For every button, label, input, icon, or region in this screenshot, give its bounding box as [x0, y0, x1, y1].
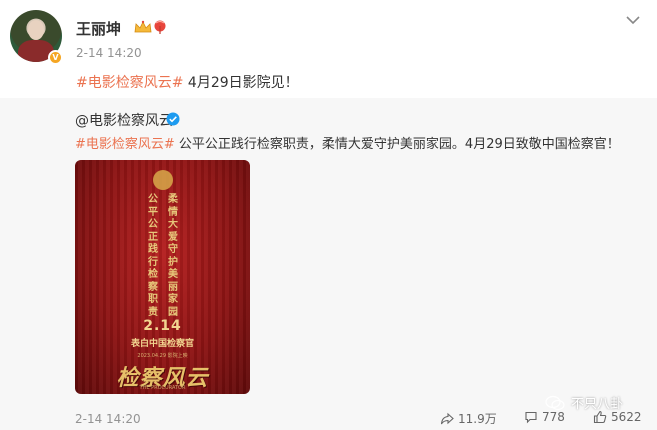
comment-button[interactable]: 778 [524, 410, 565, 424]
movie-poster-image[interactable]: 公平公正践行检察职责 柔情大爱守护美丽家园 2.14 表白中国检察官 2023.… [75, 160, 250, 394]
post-text: #电影检察风云# 4月29日影院见！ [76, 72, 299, 92]
repost-card: @电影检察风云 #电影检察风云# 公平公正践行检察职责，柔情大爱守护美丽家园。4… [0, 98, 657, 430]
chevron-down-icon[interactable] [625, 14, 641, 26]
emblem-icon [153, 170, 173, 190]
share-icon [440, 412, 454, 424]
username[interactable]: 王丽坤 [76, 18, 121, 39]
verified-icon [166, 112, 180, 126]
post-body-text: 4月29日影院见！ [183, 75, 299, 91]
post-time[interactable]: 2-14 14:20 [76, 46, 142, 60]
poster-small-text: 2023.04.29 影院上映 [137, 353, 188, 359]
watermark: 不只八卦 [545, 393, 623, 412]
watermark-text: 不只八卦 [571, 397, 624, 412]
poster-title-en: THE PROCURATOR [139, 385, 186, 391]
comment-icon [525, 411, 537, 424]
share-count: 11.9万 [458, 412, 497, 426]
like-count: 5622 [611, 410, 642, 424]
poster-date: 2.14 [143, 318, 182, 334]
repost-hashtag-link[interactable]: #电影检察风云# [75, 137, 175, 152]
fan-icon[interactable] [152, 19, 168, 35]
repost-time[interactable]: 2-14 14:20 [75, 412, 141, 426]
poster-slogan-right: 柔情大爱守护美丽家园 [168, 194, 178, 318]
comment-count: 778 [542, 410, 565, 424]
crown-icon[interactable] [134, 20, 152, 34]
repost-body-text: 公平公正践行检察职责，柔情大爱守护美丽家园。4月29日致敬中国检察官！ [174, 137, 620, 152]
thumbs-up-icon [593, 410, 607, 424]
like-button[interactable]: 5622 [593, 410, 642, 424]
poster-subtitle: 表白中国检察官 [130, 339, 194, 349]
wechat-icon [545, 395, 565, 410]
poster-slogan-left: 公平公正践行检察职责 [148, 194, 158, 318]
verified-badge-icon: V [48, 50, 63, 65]
repost-text: #电影检察风云# 公平公正践行检察职责，柔情大爱守护美丽家园。4月29日致敬中国… [75, 133, 620, 152]
share-button[interactable]: 11.9万 [440, 410, 497, 427]
hashtag-link[interactable]: #电影检察风云# [76, 75, 183, 91]
repost-author[interactable]: @电影检察风云 [75, 110, 173, 130]
